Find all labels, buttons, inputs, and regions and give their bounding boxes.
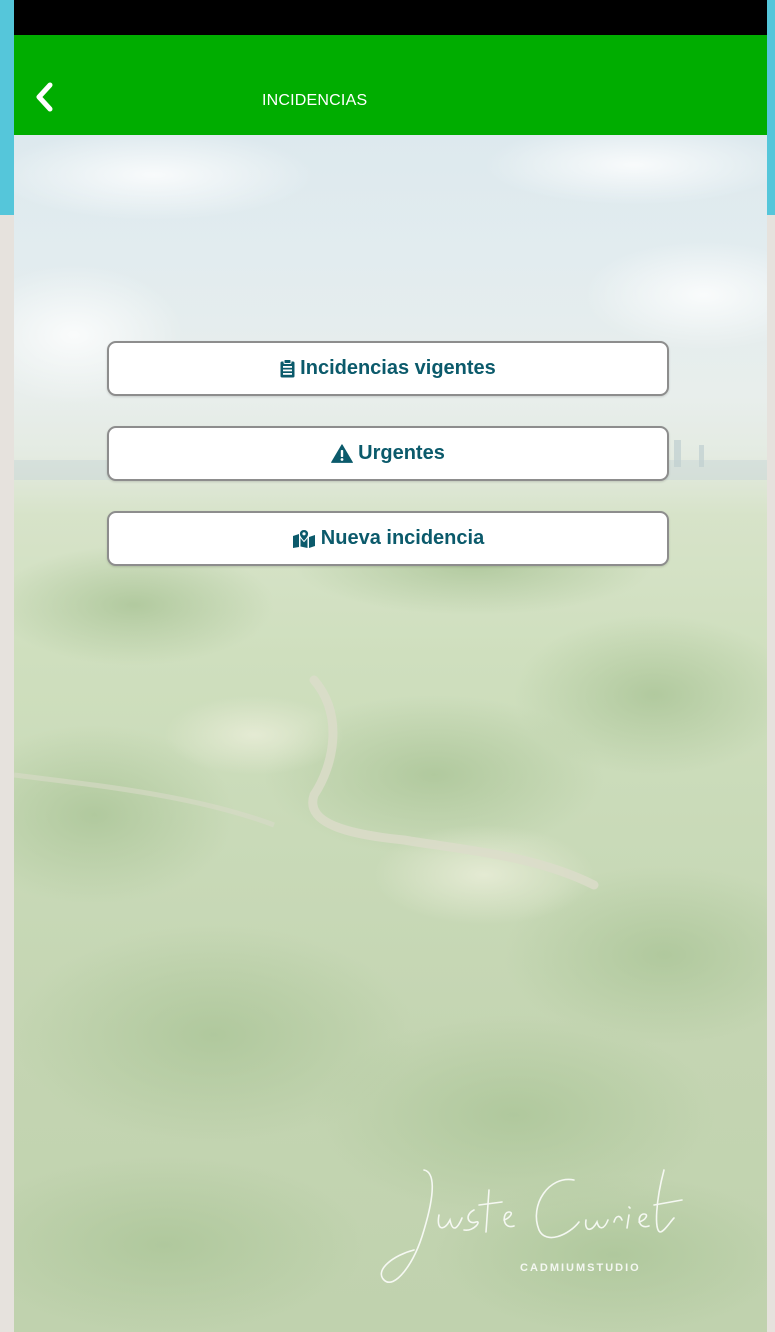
nueva-incidencia-button[interactable]: Nueva incidencia <box>107 511 669 566</box>
map-marker-icon <box>292 529 316 548</box>
page-title: INCIDENCIAS <box>262 92 368 109</box>
clipboard-list-icon <box>280 359 295 378</box>
photographer-signature-watermark <box>380 1169 683 1283</box>
status-bar <box>14 0 767 35</box>
studio-watermark-text: CADMIUMSTUDIO <box>520 1262 641 1274</box>
warning-triangle-icon <box>331 444 354 463</box>
chevron-left-icon <box>36 82 53 112</box>
nueva-incidencia-label: Nueva incidencia <box>320 527 485 549</box>
back-button[interactable] <box>30 77 62 117</box>
urgentes-label: Urgentes <box>358 442 445 464</box>
urgentes-button[interactable]: Urgentes <box>107 426 669 481</box>
content-area: Incidencias vigentes Urgentes Nueva inci… <box>14 135 767 1332</box>
phone-screen: INCIDENCIAS Incidencias vigentes Urgente… <box>14 0 767 1332</box>
incidencias-vigentes-button[interactable]: Incidencias vigentes <box>107 341 669 396</box>
aerial-landscape-background <box>14 135 767 1332</box>
incidencias-vigentes-label: Incidencias vigentes <box>300 357 496 379</box>
app-bar: INCIDENCIAS <box>14 35 767 135</box>
